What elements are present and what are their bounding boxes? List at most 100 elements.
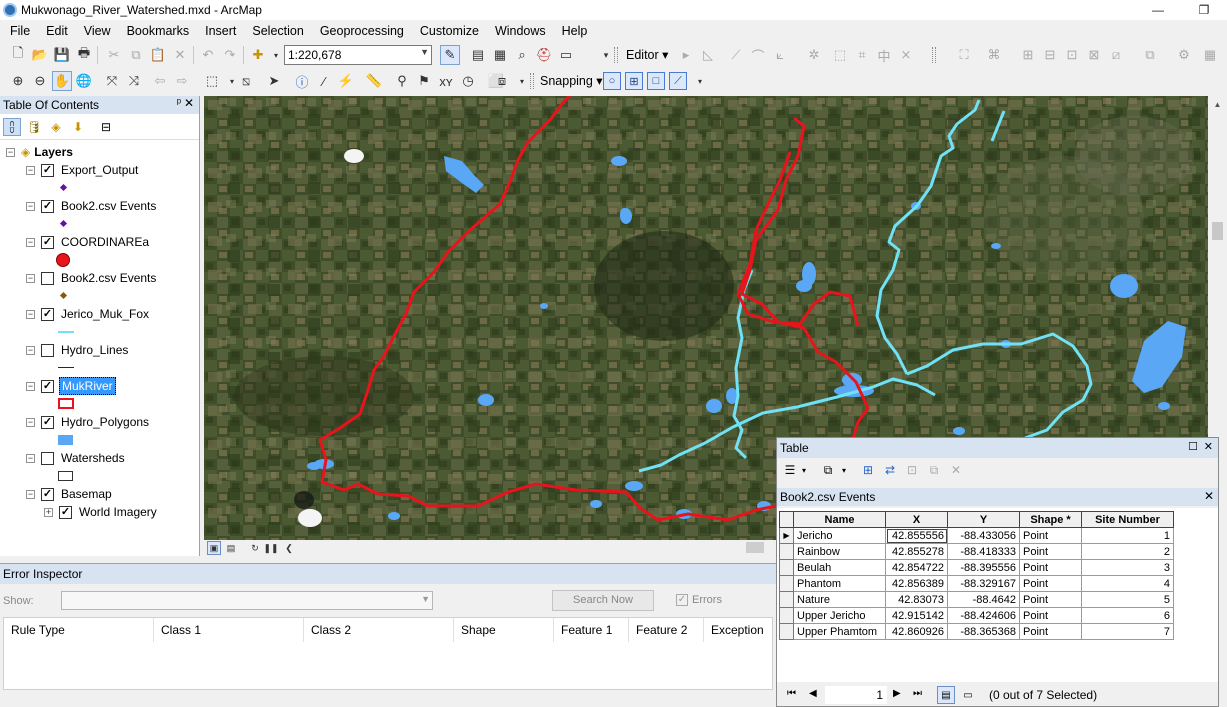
collapse-icon[interactable]: − [26, 273, 35, 283]
cell-name[interactable]: Upper Jericho [793, 607, 886, 624]
layer-visibility-checkbox[interactable]: ✓ [41, 487, 54, 501]
layer-coordinarea[interactable]: − ✓ COORDINAREa [26, 233, 151, 251]
snapping-options-icon[interactable]: ▾ [690, 71, 710, 91]
layer-name[interactable]: Basemap [59, 486, 114, 502]
trace-icon[interactable]: ⟀ [770, 45, 790, 65]
find-binoculars-icon[interactable]: ⚲ [392, 71, 412, 91]
layer-name[interactable]: COORDINAREa [59, 234, 151, 250]
layer-hydro-lines[interactable]: − Hydro_Lines [26, 341, 130, 359]
cell-site-number[interactable]: 4 [1081, 575, 1174, 592]
close-icon[interactable]: ✕ [1204, 440, 1213, 453]
editor-toolbar-icon[interactable]: ✎ [440, 45, 460, 65]
html-popup-icon[interactable]: ⁄ [314, 71, 334, 91]
cut-polygon-icon[interactable]: 中 [874, 45, 894, 65]
layer-visibility-checkbox[interactable] [41, 271, 54, 285]
layer-visibility-checkbox[interactable]: ✓ [41, 415, 54, 429]
menu-insert[interactable]: Insert [197, 24, 244, 38]
cell-y[interactable]: -88.329167 [947, 575, 1020, 592]
row-selector[interactable] [779, 607, 794, 624]
table-options-dropdown-icon[interactable]: ▾ [795, 461, 813, 479]
layer-book2-events-visible[interactable]: − ✓ Book2.csv Events [26, 197, 158, 215]
first-record-icon[interactable]: ⏮ [787, 688, 796, 699]
cell-name[interactable]: Phantom [793, 575, 886, 592]
redo-icon[interactable]: ↷ [220, 45, 240, 65]
last-record-icon[interactable]: ⏭ [913, 688, 922, 699]
time-slider-icon[interactable]: ◷ [458, 71, 478, 91]
python-window-icon[interactable]: ▭ [556, 45, 576, 65]
scroll-up-arrow-icon[interactable]: ▲ [1208, 96, 1227, 112]
layer-visibility-checkbox[interactable]: ✓ [41, 379, 54, 393]
layer-name[interactable]: Export_Output [59, 162, 140, 178]
open-folder-icon[interactable]: 📂 [30, 45, 50, 65]
cell-site-number[interactable]: 6 [1081, 607, 1174, 624]
list-by-drawing-order-icon[interactable]: ⩉ [3, 118, 21, 136]
cell-site-number[interactable]: 5 [1081, 591, 1174, 608]
cell-x[interactable]: 42.855556 [885, 527, 948, 544]
list-by-source-icon[interactable]: 🛢 [25, 118, 43, 136]
delete-icon[interactable]: ✕ [170, 45, 190, 65]
cell-x[interactable]: 42.854722 [885, 559, 948, 576]
cell-name[interactable]: Beulah [793, 559, 886, 576]
pause-drawing-icon[interactable]: ❚❚ [263, 541, 278, 555]
go-to-xy-icon[interactable]: xʏ [436, 71, 456, 91]
find-route-icon[interactable]: ⚑ [414, 71, 434, 91]
layer-visibility-checkbox[interactable]: ✓ [59, 505, 72, 519]
close-icon[interactable]: ✕ [1204, 489, 1214, 503]
column-header[interactable]: Feature 2 [629, 618, 704, 642]
table-row[interactable]: Beulah 42.854722 -88.395556 Point 3 [779, 559, 1174, 576]
edit-annotation-icon[interactable]: ◺ [698, 45, 718, 65]
layer-name[interactable]: Jerico_Muk_Fox [59, 306, 151, 322]
previous-record-icon[interactable]: ◀ [809, 688, 817, 699]
search-now-button[interactable]: Search Now [552, 590, 654, 611]
cell-y[interactable]: -88.4642 [947, 591, 1020, 608]
row-selector[interactable] [779, 543, 794, 560]
delete-selected-icon[interactable]: ✕ [947, 461, 965, 479]
cell-shape[interactable]: Point [1019, 575, 1082, 592]
cell-x[interactable]: 42.855278 [885, 543, 948, 560]
cell-name[interactable]: Jericho [793, 527, 886, 544]
split-tool-icon[interactable]: ⨯ [896, 45, 916, 65]
current-record-field[interactable]: 1 [825, 686, 887, 704]
layer-hydro-polygons[interactable]: − ✓ Hydro_Polygons [26, 413, 151, 431]
topology-edit-icon[interactable]: ⊞ [1018, 45, 1038, 65]
cell-shape[interactable]: Point [1019, 607, 1082, 624]
table-tab[interactable]: Book2.csv Events ✕ [777, 488, 1218, 506]
error-results-grid[interactable]: Rule Type Class 1 Class 2 Shape Feature … [3, 617, 773, 690]
collapse-icon[interactable]: − [26, 165, 35, 175]
layer-visibility-checkbox[interactable] [41, 343, 54, 357]
chevron-down-icon[interactable]: ▼ [421, 594, 430, 604]
row-selector[interactable] [779, 623, 794, 640]
layer-visibility-checkbox[interactable] [41, 451, 54, 465]
clear-selection-icon[interactable]: ⧅ [236, 71, 256, 91]
catalog-window-icon[interactable]: ▦ [490, 45, 510, 65]
endpoint-arc-icon[interactable]: ⌒ [748, 45, 768, 65]
cell-x[interactable]: 42.856389 [885, 575, 948, 592]
show-selected-records-icon[interactable]: ▭ [959, 686, 977, 704]
layer-name[interactable]: Hydro_Lines [59, 342, 130, 358]
clear-selection-icon[interactable]: ⊡ [903, 461, 921, 479]
checkbox-icon[interactable]: ✓ [676, 594, 688, 606]
layer-jerico-muk-fox[interactable]: − ✓ Jerico_Muk_Fox [26, 305, 151, 323]
current-row-indicator-icon[interactable]: ▶ [779, 527, 794, 544]
column-header-site-number[interactable]: Site Number [1081, 511, 1174, 528]
layer-basemap[interactable]: − ✓ Basemap [26, 485, 114, 503]
identify-icon[interactable]: ⓘ [292, 71, 312, 91]
collapse-icon[interactable]: − [26, 453, 35, 463]
cell-y[interactable]: -88.365368 [947, 623, 1020, 640]
cell-site-number[interactable]: 3 [1081, 559, 1174, 576]
errors-checkbox[interactable]: ✓ Errors [676, 594, 722, 606]
show-all-records-icon[interactable]: ▤ [937, 686, 955, 704]
cell-name[interactable]: Rainbow [793, 543, 886, 560]
select-by-attributes-icon[interactable]: ⊞ [859, 461, 877, 479]
cell-x[interactable]: 42.915142 [885, 607, 948, 624]
layer-export-output[interactable]: − ✓ Export_Output [26, 161, 140, 179]
refresh-icon[interactable]: ↻ [248, 541, 262, 555]
layers-root[interactable]: − ◈ Layers [6, 143, 73, 161]
edit-tool-icon[interactable]: ▸ [676, 45, 696, 65]
column-header-name[interactable]: Name [793, 511, 886, 528]
menu-windows[interactable]: Windows [487, 24, 554, 38]
row-selector[interactable] [779, 591, 794, 608]
column-header-y[interactable]: Y [947, 511, 1020, 528]
layout-view-icon[interactable]: ▤ [224, 541, 238, 555]
search-window-icon[interactable]: ⌕ [512, 45, 532, 65]
